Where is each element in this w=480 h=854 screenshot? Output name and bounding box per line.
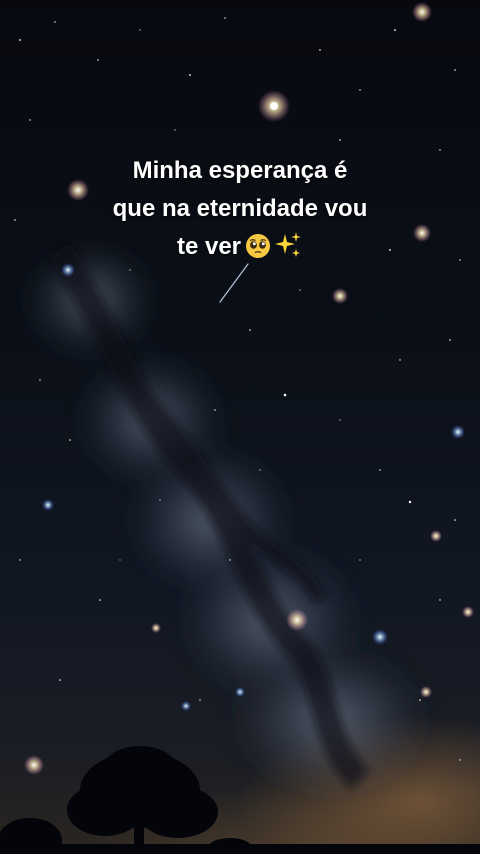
tree-silhouette <box>0 746 480 854</box>
shooting-star <box>219 263 249 303</box>
night-sky-background: Minha esperança é que na eternidade vou … <box>0 0 480 854</box>
pleading-face-emoji-icon <box>246 234 271 258</box>
caption-line-1: Minha esperança é <box>132 157 348 184</box>
starfield <box>14 2 474 775</box>
caption-line-3-text: te ver <box>176 233 242 260</box>
caption-line-3: te ver <box>60 228 420 266</box>
sparkles-emoji-icon <box>275 232 302 257</box>
caption-text: Minha esperança é que na eternidade vou … <box>60 152 420 266</box>
caption-line-2: que na eternidade vou <box>112 195 368 222</box>
